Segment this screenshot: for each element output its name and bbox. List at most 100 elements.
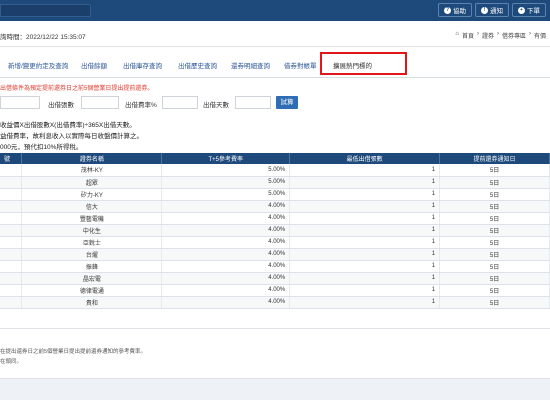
cell-notice: 5日: [439, 200, 550, 213]
table-row[interactable]: 中化生 4.00% 1 5日: [0, 224, 550, 237]
calculate-button[interactable]: 試算: [276, 96, 298, 109]
table-row[interactable]: 矽力-KY 5.00% 1 5日: [0, 188, 550, 201]
cell-code: [0, 164, 23, 177]
cell-name: 超眾: [21, 176, 163, 189]
tax-note: 000元，預代扣10%所得稅。: [0, 144, 83, 151]
table-row[interactable]: 德律電通 4.00% 1 5日: [0, 284, 550, 297]
cell-rate: 5.00%: [161, 188, 291, 201]
cell-rate: 5.00%: [161, 164, 291, 177]
cell-name: 亞銳士: [21, 236, 163, 249]
cell-min: 1: [289, 164, 441, 177]
cell-name: 台燿: [21, 248, 163, 261]
cell-code: [0, 200, 23, 213]
cell-rate: 4.00%: [161, 296, 291, 309]
cell-notice: 5日: [439, 188, 550, 201]
help-button[interactable]: ? 協助: [438, 3, 472, 17]
order-icon: +: [518, 6, 525, 14]
table-row[interactable]: 台燿 4.00% 1 5日: [0, 248, 550, 261]
cell-name: 德律電通: [21, 284, 163, 297]
cell-code: [0, 248, 23, 261]
hot-targets-table: 號 證券名稱 T+5參考費率 最低出借張數 提前還券通知日 茂林-KY 5.00%…: [0, 153, 550, 309]
shares-label: 出借張數: [48, 102, 74, 109]
cell-code: [0, 176, 23, 189]
days-label: 出借天數: [203, 102, 229, 109]
table-row[interactable]: 豐藝電機 4.00% 1 5日: [0, 212, 550, 225]
cell-name: 振鋒: [21, 260, 163, 273]
cell-name: 信大: [21, 200, 163, 213]
bell-icon: !: [481, 6, 488, 14]
cell-rate: 4.00%: [161, 284, 291, 297]
footer-bar: [0, 378, 550, 400]
col-notice: 提前還券通知日: [439, 153, 550, 164]
days-input[interactable]: [235, 96, 271, 109]
table-header-row: 號 證券名稱 T+5參考費率 最低出借張數 提前還券通知日: [0, 153, 550, 164]
tab-agreement[interactable]: 新增/變更約定及查詢: [8, 60, 68, 70]
order-button[interactable]: + 下單: [512, 3, 546, 17]
cell-notice: 5日: [439, 176, 550, 189]
search-input[interactable]: [0, 4, 91, 17]
table-row[interactable]: 信大 4.00% 1 5日: [0, 200, 550, 213]
cell-min: 1: [289, 224, 441, 237]
cell-name: 晶宏電: [21, 272, 163, 285]
cell-notice: 5日: [439, 284, 550, 297]
cell-min: 1: [289, 260, 441, 273]
cell-rate: 4.00%: [161, 200, 291, 213]
cell-code: [0, 212, 23, 225]
cell-min: 1: [289, 248, 441, 261]
cell-notice: 5日: [439, 164, 550, 177]
cell-rate: 4.00%: [161, 272, 291, 285]
cell-min: 1: [289, 296, 441, 309]
col-name: 證券名稱: [21, 153, 163, 164]
cell-code: [0, 296, 23, 309]
cell-notice: 5日: [439, 296, 550, 309]
table-row[interactable]: 超眾 5.00% 1 5日: [0, 176, 550, 189]
cell-code: [0, 284, 23, 297]
tab-inventory[interactable]: 出借庫存查詢: [123, 60, 162, 70]
table-row[interactable]: 亞銳士 4.00% 1 5日: [0, 236, 550, 249]
breadcrumb-sep-icon: ›: [528, 31, 531, 37]
cell-notice: 5日: [439, 272, 550, 285]
table-bottom-divider: [0, 328, 550, 329]
breadcrumb-securities[interactable]: 證券: [482, 31, 494, 40]
cell-min: 1: [289, 188, 441, 201]
time-bar: 詢時間：2022/12/22 15:35:07 ⌂ 首頁 › 證券 › 借券專區…: [0, 21, 550, 47]
shares-input[interactable]: [81, 96, 119, 109]
col-min-shares: 最低出借張數: [289, 153, 441, 164]
question-icon: ?: [444, 6, 451, 14]
home-icon: ⌂: [455, 31, 459, 37]
col-code: 號: [0, 153, 23, 164]
rate-input[interactable]: [162, 96, 198, 109]
table-row[interactable]: 貴和 4.00% 1 5日: [0, 296, 550, 309]
price-input[interactable]: [0, 96, 40, 109]
table-row[interactable]: 振鋒 4.00% 1 5日: [0, 260, 550, 273]
cell-code: [0, 224, 23, 237]
notify-button[interactable]: ! 通知: [475, 3, 509, 17]
help-label: 協助: [453, 8, 466, 15]
cell-min: 1: [289, 176, 441, 189]
tab-statement[interactable]: 借券對帳單: [284, 60, 317, 70]
cell-notice: 5日: [439, 236, 550, 249]
breadcrumb-sep-icon: ›: [496, 31, 499, 37]
cell-name: 貴和: [21, 296, 163, 309]
cell-code: [0, 272, 23, 285]
cell-name: 中化生: [21, 224, 163, 237]
breadcrumb-home[interactable]: 首頁: [462, 31, 474, 40]
rate-note: 益借費率，故利息收入以實際每日收盤價計算之。: [0, 133, 143, 140]
tab-history[interactable]: 出借歷史查詢: [178, 60, 217, 70]
notify-label: 通知: [490, 8, 503, 15]
cell-notice: 5日: [439, 212, 550, 225]
table-row[interactable]: 茂林-KY 5.00% 1 5日: [0, 164, 550, 177]
tab-divider: [0, 77, 550, 78]
breadcrumb-lending[interactable]: 借券專區: [502, 31, 526, 40]
tab-balance[interactable]: 出借餘額: [81, 60, 107, 70]
cell-code: [0, 260, 23, 273]
tab-hot-targets[interactable]: 擴展熱門標的: [333, 60, 372, 70]
cell-rate: 5.00%: [161, 176, 291, 189]
cell-rate: 4.00%: [161, 212, 291, 225]
tab-return-detail[interactable]: 還券明細查詢: [231, 60, 270, 70]
cell-rate: 4.00%: [161, 260, 291, 273]
cell-rate: 4.00%: [161, 248, 291, 261]
footnote-1: 在提出還券日之前5個營業日提出提前還券通知的參考費率。: [0, 349, 147, 355]
cell-notice: 5日: [439, 224, 550, 237]
table-row[interactable]: 晶宏電 4.00% 1 5日: [0, 272, 550, 285]
